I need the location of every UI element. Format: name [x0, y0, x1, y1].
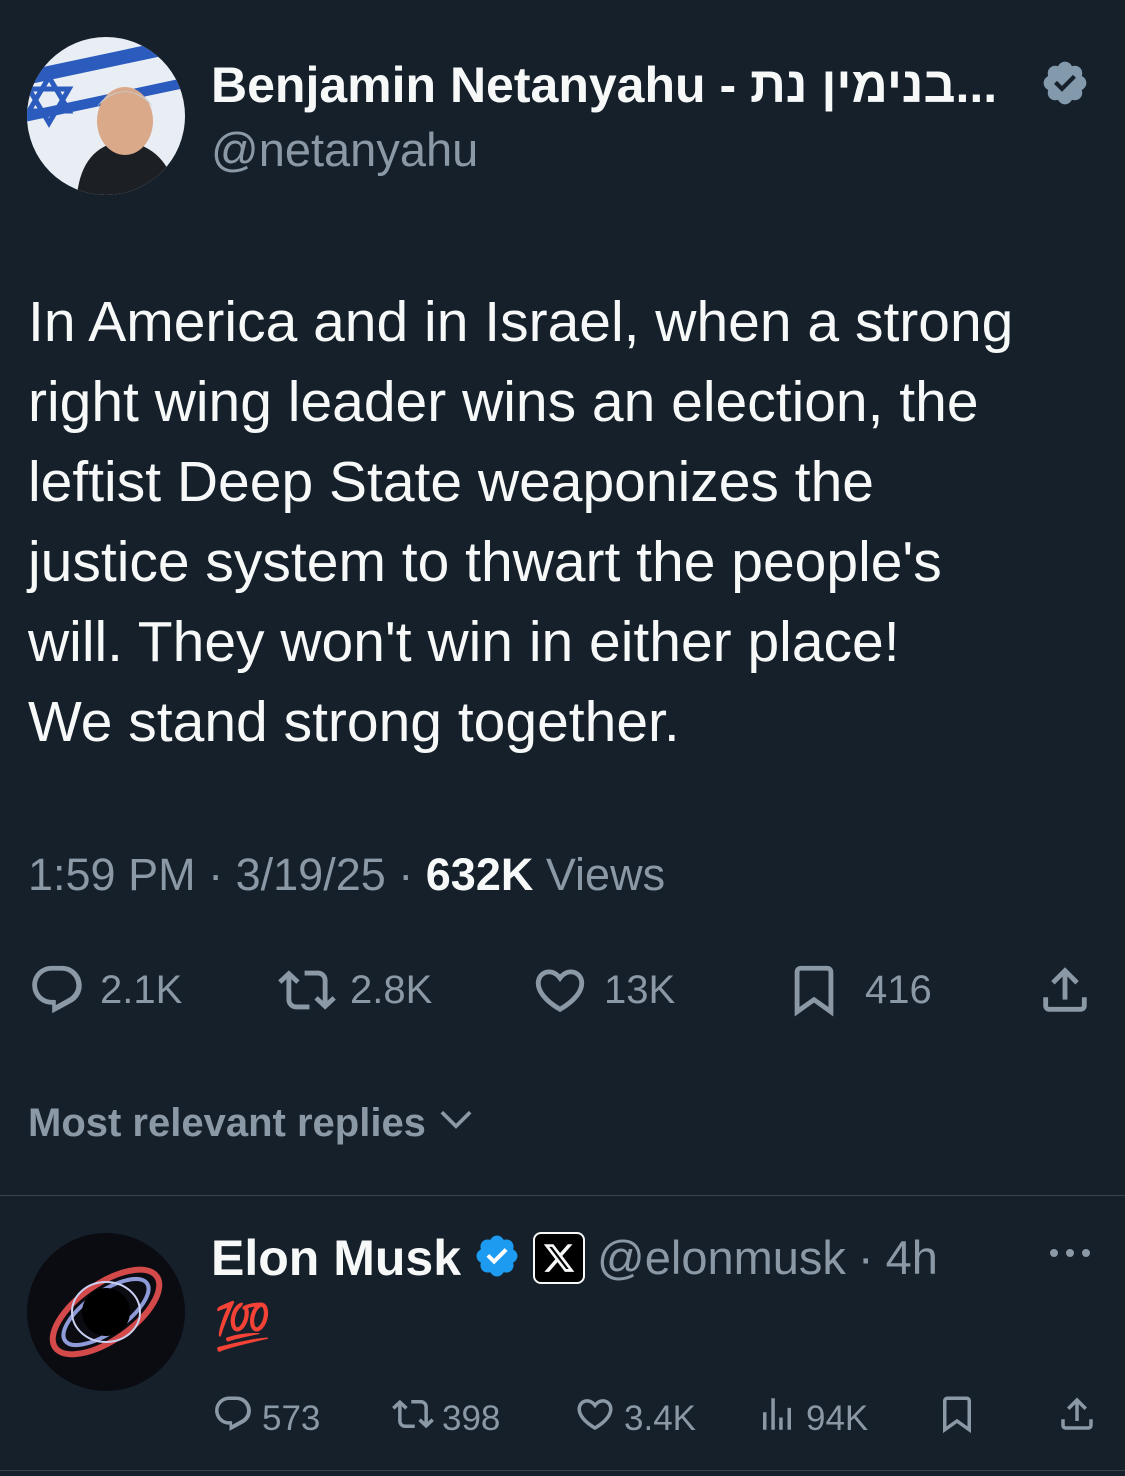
tweet-text-line: leftist Deep State weaponizes the	[28, 450, 875, 514]
heart-icon	[574, 1393, 616, 1444]
reply-icon	[28, 961, 86, 1019]
x-affiliate-badge-icon[interactable]	[533, 1232, 586, 1284]
author-avatar[interactable]	[27, 37, 185, 195]
reply-author-name[interactable]: Elon Musk	[211, 1228, 461, 1288]
reply-share-button[interactable]	[1056, 1393, 1098, 1444]
reply-like-count: 3.4K	[624, 1398, 696, 1438]
bookmark-button[interactable]: 416	[785, 961, 932, 1019]
reply-age[interactable]: 4h	[886, 1230, 938, 1286]
reply-reply-count: 573	[262, 1398, 321, 1438]
verified-blue-badge-icon	[473, 1232, 521, 1285]
tweet-text-line: In America and in Israel, when a strong	[28, 290, 1014, 354]
reply-views-button[interactable]: 94K	[756, 1393, 868, 1444]
tweet-text-line: right wing leader wins an election, the	[28, 370, 979, 434]
reply-like-button[interactable]: 3.4K	[574, 1393, 696, 1444]
reply-text: 💯	[214, 1300, 272, 1352]
divider	[0, 1195, 1125, 1196]
reply-reply-button[interactable]: 573	[212, 1393, 320, 1444]
more-options-icon[interactable]	[1046, 1238, 1094, 1273]
tweet-text-line: justice system to thwart the people's	[28, 530, 942, 594]
heart-icon	[530, 961, 590, 1019]
reply-bookmark-button[interactable]	[936, 1393, 978, 1444]
author-name[interactable]: Benjamin Netanyahu - בנימין נת...	[211, 55, 997, 115]
views-label: Views	[545, 849, 666, 900]
tweet-time[interactable]: 1:59 PM	[28, 849, 196, 900]
share-icon	[1036, 961, 1094, 1019]
reply-author-handle[interactable]: @elonmusk	[597, 1230, 846, 1286]
author-handle[interactable]: @netanyahu	[211, 122, 478, 178]
reply-button[interactable]: 2.1K	[28, 961, 182, 1019]
views-count: 632K	[425, 849, 534, 900]
reply-views-count: 94K	[806, 1398, 869, 1438]
bookmark-icon	[785, 961, 843, 1019]
share-button[interactable]	[1036, 961, 1094, 1019]
reply-repost-button[interactable]: 398	[392, 1393, 500, 1444]
repost-button[interactable]: 2.8K	[278, 961, 432, 1019]
repost-count: 2.8K	[350, 967, 433, 1012]
bookmark-icon	[936, 1393, 978, 1444]
analytics-icon	[756, 1393, 798, 1444]
tweet-meta: 1:59 PM · 3/19/25 · 632K Views	[28, 849, 666, 900]
tweet-date[interactable]: 3/19/25	[236, 849, 386, 900]
divider	[0, 1470, 1125, 1471]
reply-header: Elon Musk @elonmusk · 4h	[211, 1228, 938, 1288]
like-count: 13K	[604, 967, 676, 1012]
tweet-text-line: will. They won't win in either place!	[28, 610, 900, 674]
reply-count: 2.1K	[100, 967, 183, 1012]
bookmark-count: 416	[865, 967, 932, 1012]
repost-icon	[278, 961, 336, 1019]
reply-icon	[212, 1393, 254, 1444]
like-button[interactable]: 13K	[530, 961, 675, 1019]
reply-author-avatar[interactable]	[27, 1233, 185, 1391]
reply-repost-count: 398	[442, 1398, 501, 1438]
share-icon	[1056, 1393, 1098, 1444]
chevron-down-icon	[436, 1098, 476, 1148]
tweet-text: In America and in Israel, when a strong …	[28, 282, 1108, 762]
replies-sort-label: Most relevant replies	[28, 1100, 426, 1145]
tweet-text-line: We stand strong together.	[28, 690, 680, 754]
verified-gray-badge-icon	[1040, 58, 1090, 113]
replies-sort-dropdown[interactable]: Most relevant replies	[28, 1098, 476, 1148]
repost-icon	[392, 1393, 434, 1444]
